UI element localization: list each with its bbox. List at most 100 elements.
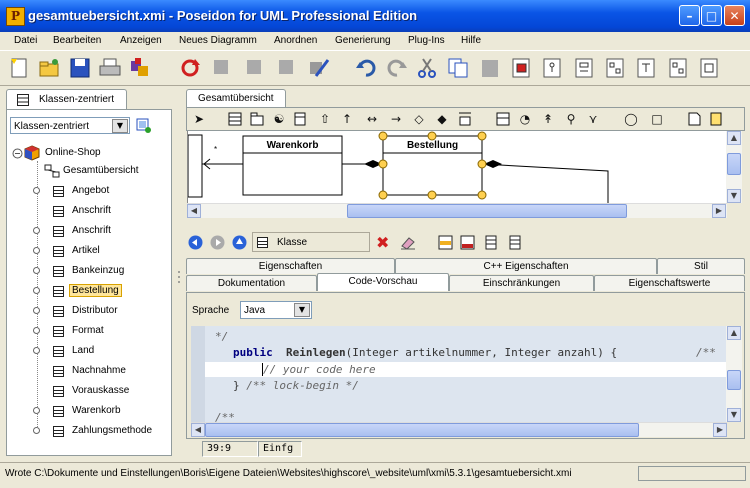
poseidon-icon[interactable]: P	[6, 7, 25, 26]
tree-item[interactable]: Nachnahme	[8, 363, 168, 379]
copy-disabled-icon[interactable]	[243, 56, 267, 80]
add-operation-icon[interactable]	[460, 235, 475, 250]
paste-disabled-icon[interactable]	[275, 56, 299, 80]
object-tool-icon[interactable]: ◔	[517, 111, 533, 127]
minimize-button[interactable]: –	[679, 5, 700, 26]
refresh-icon[interactable]	[178, 56, 202, 80]
tab-dokumentation[interactable]: Dokumentation	[186, 275, 317, 291]
add-template-icon[interactable]	[508, 235, 523, 250]
eraser-icon[interactable]	[400, 235, 416, 250]
scroll-right-icon[interactable]: ▶	[712, 204, 726, 218]
tree-expand-icon[interactable]	[33, 267, 40, 274]
perspective-select[interactable]: Klassen-zentriert ▼	[10, 117, 130, 134]
class-warenkorb-name[interactable]: Warenkorb	[243, 140, 342, 151]
element-name-field[interactable]: Klasse	[252, 232, 370, 252]
copy-icon[interactable]	[446, 56, 470, 80]
delete-icon[interactable]: ✖	[376, 233, 389, 252]
tree-root[interactable]: Online-Shop	[8, 145, 168, 161]
code-hscrollbar[interactable]: ◀ ▶	[191, 422, 727, 437]
tree-expand-icon[interactable]	[33, 407, 40, 414]
menu-neues-diagramm[interactable]: Neues Diagramm	[179, 35, 257, 46]
tab-code-vorschau[interactable]: Code-Vorschau	[317, 273, 449, 291]
tree-item[interactable]: Zahlungsmethode	[8, 423, 168, 439]
scroll-thumb[interactable]	[347, 204, 627, 218]
tree-item[interactable]: Format	[8, 323, 168, 339]
chevron-down-icon[interactable]: ▼	[112, 119, 128, 133]
maximize-button[interactable]: □	[701, 5, 722, 26]
export-icon[interactable]	[128, 56, 152, 80]
diagram-hscrollbar[interactable]: ◀ ▶	[187, 203, 727, 218]
tree-expand-icon[interactable]	[33, 227, 40, 234]
chevron-down-icon[interactable]: ▼	[294, 303, 310, 317]
text-tool-icon[interactable]	[708, 111, 724, 127]
back-icon[interactable]	[188, 235, 203, 250]
add-attribute-icon[interactable]	[438, 235, 453, 250]
tree-item[interactable]: Angebot	[8, 183, 168, 199]
tree-expand-icon[interactable]	[33, 347, 40, 354]
tree-expand-icon[interactable]	[33, 427, 40, 434]
note-box-icon[interactable]	[495, 111, 511, 127]
tree-expand-icon[interactable]	[12, 148, 23, 159]
redo-icon[interactable]	[385, 56, 409, 80]
diagram-canvas[interactable]: * Warenkorb Bestellung	[187, 131, 726, 203]
undo-icon[interactable]	[354, 56, 378, 80]
up-icon[interactable]	[232, 235, 247, 250]
tree-expand-icon[interactable]	[33, 247, 40, 254]
tab-gesamtuebersicht[interactable]: Gesamtübersicht	[186, 89, 286, 107]
tree-item[interactable]: Distributor	[8, 303, 168, 319]
boundary-tool-icon[interactable]: ◯	[623, 111, 639, 127]
tree-expand-icon[interactable]	[33, 307, 40, 314]
interface-tool-icon[interactable]	[293, 111, 309, 127]
tree-expand-icon[interactable]	[33, 187, 40, 194]
add-perspective-icon[interactable]	[136, 118, 151, 133]
tree-item[interactable]: Warenkorb	[8, 403, 168, 419]
tree-expand-icon[interactable]	[33, 327, 40, 334]
menu-generierung[interactable]: Generierung	[335, 35, 391, 46]
composition-tool-icon[interactable]: ◆	[434, 111, 450, 127]
title-bar[interactable]: P gesamtuebersicht.xmi - Poseidon for UM…	[0, 0, 750, 32]
tree-item[interactable]: Vorauskasse	[8, 383, 168, 399]
language-select[interactable]: Java ▼	[240, 301, 312, 319]
usecase-diagram-icon[interactable]	[540, 56, 564, 80]
link-tool-icon[interactable]: ↟	[540, 111, 556, 127]
socket-tool-icon[interactable]: ⋎	[585, 111, 601, 127]
scroll-left-icon[interactable]: ◀	[187, 204, 201, 218]
scroll-right-icon[interactable]: ▶	[713, 423, 727, 437]
association-icon[interactable]: →	[388, 111, 404, 127]
deployment-diagram-icon[interactable]	[697, 56, 721, 80]
square-tool-icon[interactable]: □	[649, 111, 665, 127]
scroll-down-icon[interactable]: ▼	[727, 408, 741, 422]
generalization-tool-icon[interactable]: ⇧	[317, 111, 333, 127]
cut-disabled-icon[interactable]	[210, 56, 234, 80]
scroll-thumb[interactable]	[727, 370, 741, 390]
lollipop-tool-icon[interactable]: ⚲	[563, 111, 579, 127]
tree-item[interactable]: Anschrift	[8, 223, 168, 239]
scroll-left-icon[interactable]: ◀	[191, 423, 205, 437]
horizontal-splitter[interactable]	[186, 218, 745, 228]
package-tool-icon[interactable]	[249, 111, 265, 127]
tree-item-selected[interactable]: Bestellung	[8, 283, 168, 299]
tree-expand-icon[interactable]	[33, 287, 40, 294]
tab-klassen-zentriert[interactable]: Klassen-zentriert	[6, 89, 127, 109]
tab-einschraenkungen[interactable]: Einschränkungen	[449, 275, 594, 291]
menu-bearbeiten[interactable]: Bearbeiten	[53, 35, 101, 46]
save-icon[interactable]	[68, 56, 92, 80]
add-inner-class-icon[interactable]	[484, 235, 499, 250]
dependency-tool-icon[interactable]: ↑	[339, 111, 355, 127]
scissors-icon[interactable]	[415, 56, 439, 80]
collaboration-diagram-icon[interactable]	[603, 56, 627, 80]
menu-hilfe[interactable]: Hilfe	[461, 35, 481, 46]
new-file-icon[interactable]	[8, 56, 32, 80]
select-arrow-icon[interactable]: ➤	[191, 111, 207, 127]
code-editor[interactable]: */ public Reinlegen(Integer artikelnumme…	[191, 326, 726, 422]
tab-cpp-eigenschaften[interactable]: C++ Eigenschaften	[395, 258, 657, 274]
close-button[interactable]: ✕	[724, 5, 745, 26]
tools-icon[interactable]	[306, 56, 330, 80]
activity-diagram-icon[interactable]	[666, 56, 690, 80]
tree-diagram[interactable]: Gesamtübersicht	[8, 163, 168, 179]
scroll-thumb[interactable]	[205, 423, 639, 437]
print-icon[interactable]	[98, 56, 122, 80]
code-vscrollbar[interactable]: ▲ ▼	[726, 326, 742, 422]
paste-icon[interactable]	[478, 56, 502, 80]
class-diagram-icon[interactable]	[509, 56, 533, 80]
